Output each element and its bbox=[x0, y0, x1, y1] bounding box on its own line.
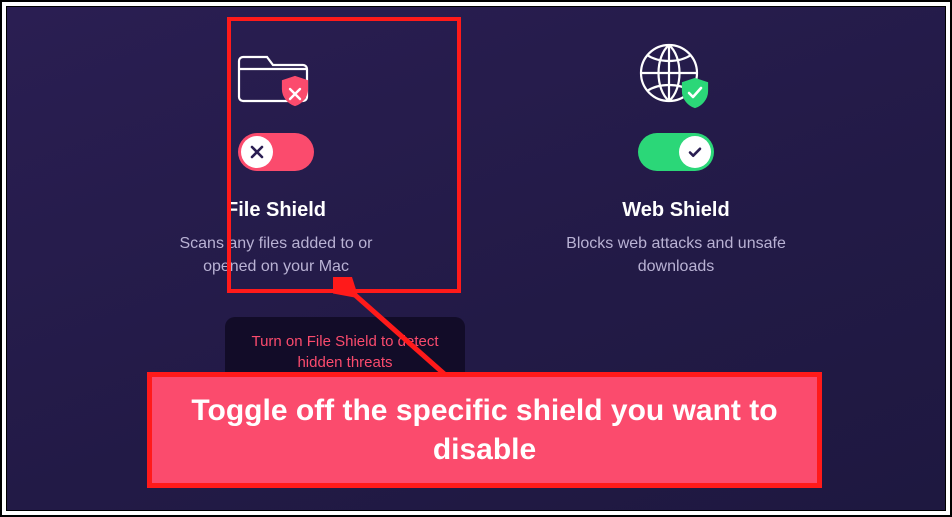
web-shield-desc: Blocks web attacks and unsafe downloads bbox=[561, 232, 791, 278]
file-shield-title: File Shield bbox=[226, 199, 326, 222]
globe-shield-icon bbox=[637, 37, 715, 117]
web-shield-title: Web Shield bbox=[622, 199, 729, 222]
shields-row: File Shield Scans any files added to or … bbox=[7, 7, 945, 278]
folder-shield-icon bbox=[237, 37, 315, 117]
check-icon bbox=[687, 144, 703, 160]
file-shield-desc: Scans any files added to or opened on yo… bbox=[161, 232, 391, 278]
screenshot-frame: File Shield Scans any files added to or … bbox=[0, 0, 952, 517]
toggle-knob bbox=[679, 136, 711, 168]
file-shield-toggle[interactable] bbox=[238, 133, 314, 171]
web-shield-card: Web Shield Blocks web attacks and unsafe… bbox=[556, 37, 796, 278]
file-shield-card: File Shield Scans any files added to or … bbox=[156, 37, 396, 278]
toggle-knob bbox=[241, 136, 273, 168]
annotation-callout: Toggle off the specific shield you want … bbox=[147, 372, 822, 488]
web-shield-toggle[interactable] bbox=[638, 133, 714, 171]
x-icon bbox=[249, 144, 265, 160]
app-panel: File Shield Scans any files added to or … bbox=[6, 6, 946, 511]
